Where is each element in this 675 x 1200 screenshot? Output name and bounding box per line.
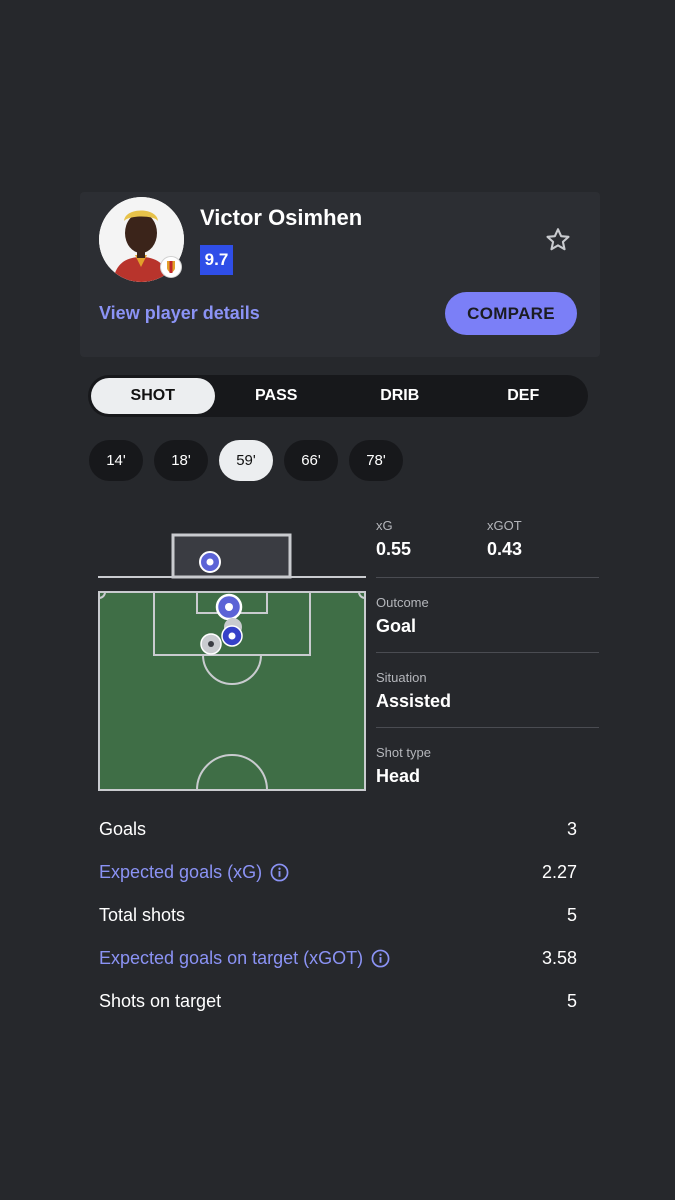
outcome-value: Goal: [376, 616, 417, 636]
minute-chip-14[interactable]: 14': [89, 440, 143, 481]
outcome-label: Outcome: [376, 595, 429, 610]
minute-chip-59[interactable]: 59': [219, 440, 273, 481]
tab-drib[interactable]: DRIB: [338, 378, 462, 414]
tab-def[interactable]: DEF: [462, 378, 586, 414]
summary-label: Shots on target: [99, 991, 222, 1011]
summary-row-xg: Expected goals (xG) 2.27: [99, 851, 577, 894]
shot-detail-panel: xG 0.55 xGOT 0.43 Outcome Goal Situation…: [376, 518, 599, 802]
compare-button[interactable]: COMPARE: [445, 292, 577, 335]
minute-chip-66[interactable]: 66': [284, 440, 338, 481]
shot-type-value: Head: [376, 766, 421, 786]
minute-chip-18[interactable]: 18': [154, 440, 208, 481]
club-badge-icon: [160, 256, 182, 278]
player-shot-screen: Victor Osimhen 9.7 View player details C…: [0, 0, 675, 1200]
goal-placement-ball-icon: [199, 551, 221, 573]
summary-value: 2.27: [541, 862, 577, 882]
info-icon[interactable]: [270, 863, 289, 882]
outcome-block: Outcome Goal: [376, 578, 599, 652]
xg-label: xG: [376, 518, 393, 533]
xg-value: 0.55: [376, 539, 412, 559]
summary-value: 5: [566, 991, 577, 1011]
tab-shot[interactable]: SHOT: [91, 378, 215, 414]
summary-row-total-shots: Total shots 5: [99, 894, 577, 937]
situation-value: Assisted: [376, 691, 452, 711]
info-icon[interactable]: [371, 949, 390, 968]
xgot-label: xGOT: [487, 518, 522, 533]
situation-block: Situation Assisted: [376, 653, 599, 727]
player-header-card: Victor Osimhen 9.7 View player details C…: [80, 192, 600, 357]
summary-value: 3: [566, 819, 577, 839]
player-name: Victor Osimhen: [200, 205, 363, 230]
shot-map: [98, 533, 366, 791]
summary-label: Total shots: [99, 905, 186, 925]
summary-value: 3.58: [541, 948, 577, 968]
tab-pass[interactable]: PASS: [215, 378, 339, 414]
view-player-details-link[interactable]: View player details: [99, 303, 260, 324]
action-type-tabs: SHOT PASS DRIB DEF: [88, 375, 588, 417]
summary-value: 5: [566, 905, 577, 925]
summary-label: Expected goals on target (xGOT): [99, 948, 364, 968]
shot-minute-chips: 14' 18' 59' 66' 78': [89, 440, 403, 481]
summary-row-goals: Goals 3: [99, 808, 577, 851]
minute-chip-78[interactable]: 78': [349, 440, 403, 481]
shot-type-label: Shot type: [376, 745, 431, 760]
situation-label: Situation: [376, 670, 427, 685]
shot-summary-table: Goals 3 Expected goals (xG) 2.27 Total s…: [99, 808, 577, 1023]
shot-type-block: Shot type Head: [376, 728, 599, 802]
summary-row-xgot: Expected goals on target (xGOT) 3.58: [99, 937, 577, 980]
goal-frame: [98, 533, 366, 579]
xg-row: xG 0.55 xGOT 0.43: [376, 518, 599, 577]
xg-info-link[interactable]: Expected goals (xG): [99, 862, 289, 883]
shot-marker[interactable]: [200, 633, 222, 655]
summary-row-shots-on-target: Shots on target 5: [99, 980, 577, 1023]
shot-marker-selected[interactable]: [215, 593, 243, 621]
xgot-value: 0.43: [487, 539, 523, 559]
player-rating-badge: 9.7: [200, 245, 233, 275]
favorite-star-icon[interactable]: [542, 224, 574, 256]
xgot-info-link[interactable]: Expected goals on target (xGOT): [99, 948, 390, 969]
summary-label: Expected goals (xG): [99, 862, 263, 882]
summary-label: Goals: [99, 819, 147, 839]
shot-marker[interactable]: [221, 625, 243, 647]
